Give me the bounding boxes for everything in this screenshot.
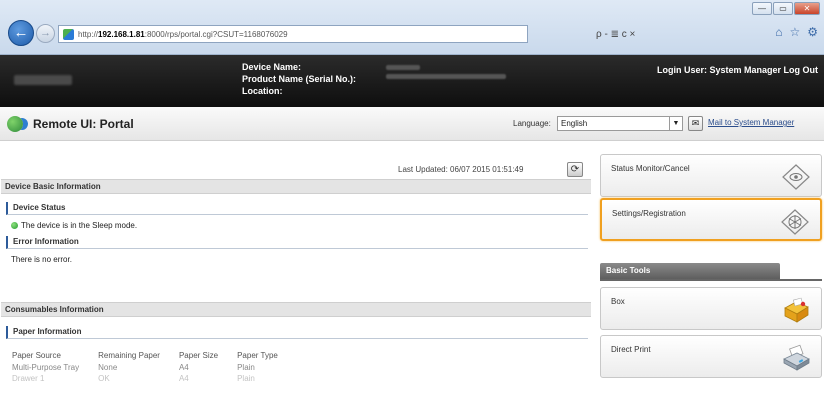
browser-chrome: — ▭ ✕ ← → http://192.168.1.81:8000/rps/p… — [0, 0, 824, 55]
table-cell: OK — [98, 374, 110, 383]
consumables-info-header: Consumables Information — [1, 302, 591, 317]
box-icon — [784, 297, 809, 323]
location-label: Location: — [242, 86, 283, 96]
tile-label: Box — [611, 297, 625, 306]
column-header: Paper Type — [237, 351, 278, 360]
address-bar[interactable]: http://192.168.1.81:8000/rps/portal.cgi?… — [58, 25, 528, 43]
minimize-button[interactable]: — — [752, 2, 772, 15]
device-name-label: Device Name: — [242, 62, 302, 72]
table-header-row: Paper Source Remaining Paper Paper Size … — [8, 349, 293, 362]
language-selected-value: English — [561, 119, 588, 128]
device-info-values — [386, 61, 506, 82]
favorites-star-icon[interactable]: ☆ — [789, 25, 800, 39]
main-content: Last Updated: 06/07 2015 01:51:49 ⟳ Devi… — [0, 141, 594, 403]
table-cell: Multi-Purpose Tray — [12, 363, 80, 372]
device-status-subheader: Device Status — [6, 202, 588, 215]
basic-tools-divider — [600, 279, 822, 281]
back-button[interactable]: ← — [8, 20, 34, 46]
table-cell: Plain — [237, 374, 255, 383]
address-actions[interactable]: ρ - ≣ c × — [596, 25, 746, 43]
direct-print-icon — [783, 344, 810, 371]
status-ok-icon — [11, 222, 18, 229]
page-title: Remote UI: Portal — [33, 117, 134, 131]
paper-table: Paper Source Remaining Paper Paper Size … — [8, 349, 293, 384]
window-controls: — ▭ ✕ — [752, 2, 820, 15]
last-updated-text: Last Updated: 06/07 2015 01:51:49 — [398, 165, 524, 174]
column-header: Paper Size — [178, 351, 219, 360]
column-header: Paper Source — [12, 351, 61, 360]
mail-icon[interactable]: ✉ — [688, 116, 703, 131]
language-select[interactable]: English ▼ — [557, 116, 683, 131]
browser-toolbar-icons: ⌂ ☆ ⚙ — [775, 25, 818, 39]
device-basic-info-header: Device Basic Information — [1, 179, 591, 194]
tile-label: Direct Print — [611, 345, 651, 354]
language-label: Language: — [513, 119, 551, 128]
right-menu-panel: Status Monitor/Cancel Settings/Registrat… — [594, 141, 824, 403]
settings-icon — [781, 209, 809, 235]
table-row: Drawer 1 OK A4 Plain — [8, 373, 293, 384]
paper-info-subheader: Paper Information — [6, 326, 588, 339]
home-icon[interactable]: ⌂ — [775, 25, 782, 39]
forward-button[interactable]: → — [36, 24, 55, 43]
error-info-subheader: Error Information — [6, 236, 588, 249]
table-cell: A4 — [178, 363, 189, 372]
url-text: http://192.168.1.81:8000/rps/portal.cgi?… — [78, 29, 288, 39]
device-info-labels: Device Name: Product Name (Serial No.): … — [242, 61, 356, 97]
close-window-button[interactable]: ✕ — [794, 2, 820, 15]
table-row: Multi-Purpose Tray None A4 Plain — [8, 362, 293, 373]
portal-title-bar: Remote UI: Portal Language: English ▼ ✉ … — [0, 107, 824, 141]
table-cell: Plain — [237, 363, 255, 372]
maximize-button[interactable]: ▭ — [773, 2, 793, 15]
product-name-value — [386, 74, 506, 79]
status-monitor-icon — [782, 164, 810, 190]
chevron-down-icon: ▼ — [669, 117, 682, 130]
error-info-text: There is no error. — [11, 255, 72, 264]
site-favicon-icon — [63, 28, 74, 40]
basic-tools-header: Basic Tools — [600, 263, 780, 279]
device-name-value — [386, 65, 420, 70]
tile-label: Status Monitor/Cancel — [611, 164, 690, 173]
device-status-text: The device is in the Sleep mode. — [21, 221, 138, 230]
tile-label: Settings/Registration — [612, 209, 686, 218]
box-button[interactable]: Box — [600, 287, 822, 330]
direct-print-button[interactable]: Direct Print — [600, 335, 822, 378]
brand-logo — [14, 75, 72, 85]
table-cell: A4 — [178, 374, 189, 383]
login-user-text[interactable]: Login User: System Manager Log Out — [657, 65, 818, 75]
status-monitor-cancel-button[interactable]: Status Monitor/Cancel — [600, 154, 822, 197]
table-cell: Drawer 1 — [12, 374, 45, 383]
device-status-line: The device is in the Sleep mode. — [11, 221, 137, 230]
column-header: Remaining Paper — [98, 351, 160, 360]
product-name-label: Product Name (Serial No.): — [242, 74, 357, 84]
settings-registration-button[interactable]: Settings/Registration — [600, 198, 822, 241]
mail-to-system-manager-link[interactable]: Mail to System Manager — [708, 118, 794, 127]
table-cell: None — [98, 363, 118, 372]
refresh-button[interactable]: ⟳ — [567, 162, 583, 177]
device-header: Device Name: Product Name (Serial No.): … — [0, 55, 824, 107]
remote-ui-logo-icon — [7, 116, 23, 132]
tools-gear-icon[interactable]: ⚙ — [807, 25, 818, 39]
